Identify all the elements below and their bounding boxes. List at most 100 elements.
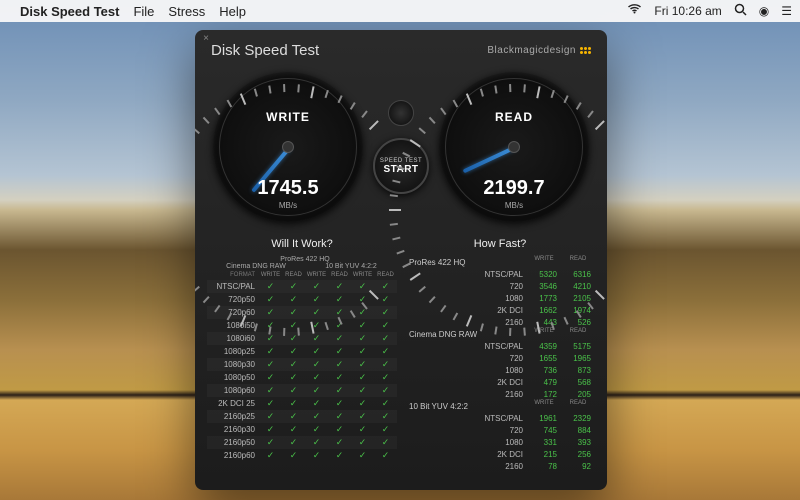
siri-icon[interactable]: ◉ xyxy=(759,4,769,18)
check-icon: ✓ xyxy=(374,307,397,318)
check-icon: ✓ xyxy=(374,333,397,344)
check-icon: ✓ xyxy=(305,398,328,409)
app-window: × Disk Speed Test Blackmagicdesign WRITE… xyxy=(195,30,607,490)
will-it-work-title: Will It Work? xyxy=(207,234,397,256)
check-icon: ✓ xyxy=(328,346,351,357)
check-icon: ✓ xyxy=(374,385,397,396)
format-row: 720p50✓✓✓✓✓✓ xyxy=(207,293,397,306)
check-icon: ✓ xyxy=(305,307,328,318)
spotlight-icon[interactable] xyxy=(734,3,747,19)
check-icon: ✓ xyxy=(305,437,328,448)
close-button[interactable]: × xyxy=(201,34,211,44)
check-icon: ✓ xyxy=(374,450,397,461)
check-icon: ✓ xyxy=(282,424,305,435)
check-icon: ✓ xyxy=(351,450,374,461)
wifi-icon[interactable] xyxy=(627,4,642,18)
check-icon: ✓ xyxy=(374,398,397,409)
check-icon: ✓ xyxy=(374,411,397,422)
check-icon: ✓ xyxy=(282,385,305,396)
check-icon: ✓ xyxy=(351,398,374,409)
speed-row: 1080331393 xyxy=(405,436,595,448)
format-row: 2160p50✓✓✓✓✓✓ xyxy=(207,436,397,449)
read-gauge: READ 2199.7 MB/s xyxy=(439,72,589,222)
check-icon: ✓ xyxy=(259,372,282,383)
how-fast-title: How Fast? xyxy=(405,234,595,256)
check-icon: ✓ xyxy=(305,346,328,357)
format-row: 1080p30✓✓✓✓✓✓ xyxy=(207,358,397,371)
check-icon: ✓ xyxy=(328,294,351,305)
brand-dots-icon xyxy=(580,47,591,54)
format-row: 1080p25✓✓✓✓✓✓ xyxy=(207,345,397,358)
format-row: 2K DCI 25✓✓✓✓✓✓ xyxy=(207,397,397,410)
menu-file[interactable]: File xyxy=(133,4,154,19)
check-icon: ✓ xyxy=(305,424,328,435)
check-icon: ✓ xyxy=(351,359,374,370)
check-icon: ✓ xyxy=(259,359,282,370)
check-icon: ✓ xyxy=(351,372,374,383)
check-icon: ✓ xyxy=(282,359,305,370)
check-icon: ✓ xyxy=(282,372,305,383)
check-icon: ✓ xyxy=(259,437,282,448)
speed-row: 72035464210 xyxy=(405,280,595,292)
write-unit: MB/s xyxy=(213,201,363,210)
check-icon: ✓ xyxy=(351,333,374,344)
check-icon: ✓ xyxy=(328,424,351,435)
check-icon: ✓ xyxy=(351,437,374,448)
check-icon: ✓ xyxy=(305,359,328,370)
check-icon: ✓ xyxy=(328,398,351,409)
check-icon: ✓ xyxy=(305,294,328,305)
check-icon: ✓ xyxy=(374,346,397,357)
check-icon: ✓ xyxy=(374,437,397,448)
check-icon: ✓ xyxy=(351,346,374,357)
check-icon: ✓ xyxy=(351,385,374,396)
format-row: 720p60✓✓✓✓✓✓ xyxy=(207,306,397,319)
check-icon: ✓ xyxy=(374,281,397,292)
check-icon: ✓ xyxy=(282,294,305,305)
check-icon: ✓ xyxy=(282,307,305,318)
speed-row: 21607892 xyxy=(405,460,595,472)
check-icon: ✓ xyxy=(351,411,374,422)
check-icon: ✓ xyxy=(282,320,305,331)
brand-label: Blackmagicdesign xyxy=(487,45,591,56)
check-icon: ✓ xyxy=(328,281,351,292)
check-icon: ✓ xyxy=(328,333,351,344)
check-icon: ✓ xyxy=(305,411,328,422)
format-row: 2160p60✓✓✓✓✓✓ xyxy=(207,449,397,462)
notification-center-icon[interactable]: ☰ xyxy=(781,4,792,18)
speed-row: 2K DCI215256 xyxy=(405,448,595,460)
check-icon: ✓ xyxy=(259,294,282,305)
check-icon: ✓ xyxy=(259,398,282,409)
menu-help[interactable]: Help xyxy=(219,4,246,19)
format-row: 1080p50✓✓✓✓✓✓ xyxy=(207,371,397,384)
write-gauge: WRITE 1745.5 MB/s xyxy=(213,72,363,222)
check-icon: ✓ xyxy=(328,450,351,461)
check-icon: ✓ xyxy=(328,411,351,422)
check-icon: ✓ xyxy=(374,424,397,435)
write-gauge-label: WRITE xyxy=(213,110,363,124)
check-icon: ✓ xyxy=(328,372,351,383)
menu-stress[interactable]: Stress xyxy=(168,4,205,19)
check-icon: ✓ xyxy=(282,411,305,422)
check-icon: ✓ xyxy=(351,424,374,435)
check-icon: ✓ xyxy=(282,450,305,461)
check-icon: ✓ xyxy=(328,437,351,448)
window-title: Disk Speed Test xyxy=(211,42,319,59)
camera-icon xyxy=(388,100,414,126)
check-icon: ✓ xyxy=(282,346,305,357)
speed-row: NTSC/PAL19612329 xyxy=(405,412,595,424)
check-icon: ✓ xyxy=(282,437,305,448)
clock[interactable]: Fri 10:26 am xyxy=(654,4,721,18)
write-value: 1745.5 xyxy=(213,177,363,200)
format-row: 2160p30✓✓✓✓✓✓ xyxy=(207,423,397,436)
check-icon: ✓ xyxy=(328,359,351,370)
check-icon: ✓ xyxy=(259,424,282,435)
check-icon: ✓ xyxy=(259,346,282,357)
speed-row: 1080736873 xyxy=(405,364,595,376)
format-row: 1080i60✓✓✓✓✓✓ xyxy=(207,332,397,345)
format-row: 2160p25✓✓✓✓✓✓ xyxy=(207,410,397,423)
check-icon: ✓ xyxy=(259,450,282,461)
app-name[interactable]: Disk Speed Test xyxy=(20,4,119,19)
speed-row: 72016551965 xyxy=(405,352,595,364)
menubar: Disk Speed Test File Stress Help Fri 10:… xyxy=(0,0,800,22)
check-icon: ✓ xyxy=(351,320,374,331)
